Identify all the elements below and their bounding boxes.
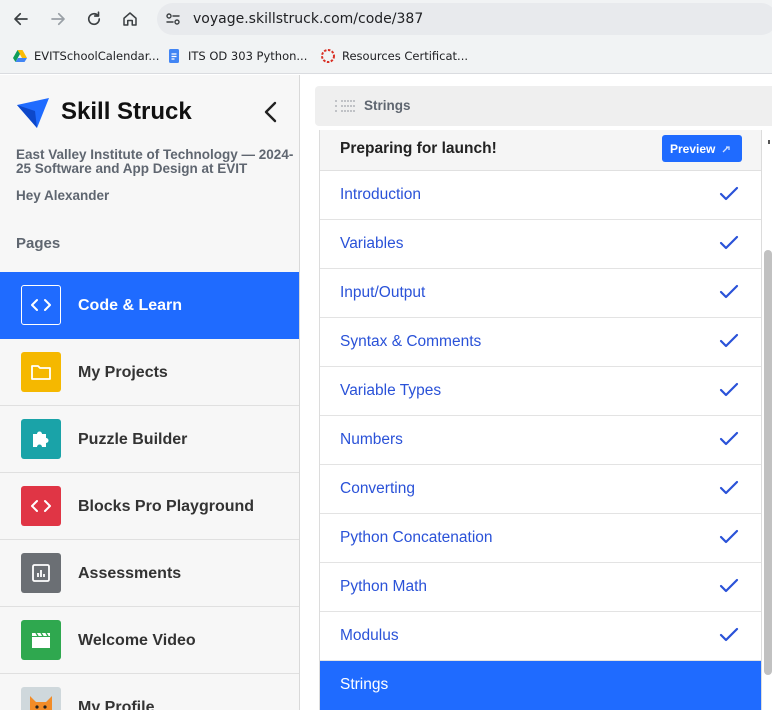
- sidebar: Skill Struck East Valley Institute of Te…: [0, 75, 300, 710]
- lesson-label: Variables: [340, 235, 404, 252]
- skill-struck-logo-icon: [17, 98, 49, 128]
- back-arrow-icon[interactable]: [9, 7, 33, 31]
- pages-heading: Pages: [16, 235, 61, 252]
- sidebar-item-code-learn[interactable]: Code & Learn: [0, 272, 299, 339]
- sidebar-item-label: Welcome Video: [78, 632, 196, 649]
- lesson-item[interactable]: Input/Output: [320, 269, 761, 318]
- lesson-item[interactable]: Python Concatenation: [320, 514, 761, 563]
- checkmark-icon: [719, 578, 739, 593]
- lesson-label: Input/Output: [340, 284, 426, 301]
- organization-name: East Valley Institute of Technology — 20…: [16, 147, 294, 176]
- bookmark-item[interactable]: Resources Certificat...: [320, 48, 468, 64]
- google-docs-icon: [169, 49, 179, 63]
- list-menu-icon[interactable]: [334, 99, 356, 113]
- section-title: Preparing for launch!: [340, 140, 497, 157]
- lesson-label: Numbers: [340, 431, 403, 448]
- reload-icon[interactable]: [82, 7, 106, 31]
- folder-icon: [21, 352, 61, 392]
- checkmark-icon: [719, 480, 739, 495]
- lesson-list-panel: Preparing for launch! Preview Introducti…: [319, 130, 762, 710]
- lesson-label: Strings: [340, 676, 389, 693]
- lesson-label: Introduction: [340, 186, 421, 203]
- brand-name: Skill Struck: [61, 98, 192, 125]
- collapse-sidebar-icon[interactable]: [260, 99, 282, 125]
- fox-avatar-icon: [21, 687, 61, 710]
- sidebar-item-label: My Profile: [78, 699, 155, 710]
- bookmark-item[interactable]: EVITSchoolCalendar...: [12, 48, 159, 64]
- code-brackets-icon: [21, 285, 61, 325]
- clapperboard-icon: [21, 620, 61, 660]
- code-brackets-icon: [21, 486, 61, 526]
- content-scrollbar[interactable]: [764, 250, 772, 675]
- sidebar-item-blocks-pro-playground[interactable]: Blocks Pro Playground: [0, 473, 299, 540]
- sidebar-item-label: Code & Learn: [78, 297, 183, 314]
- lesson-item[interactable]: Introduction: [320, 171, 761, 220]
- forward-arrow-icon[interactable]: [46, 7, 70, 31]
- checkmark-icon: [719, 284, 739, 299]
- sidebar-item-assessments[interactable]: Assessments: [0, 540, 299, 607]
- bar-chart-icon: [21, 553, 61, 593]
- bookmarks-bar: EVITSchoolCalendar... ITS OD 303 Python.…: [0, 38, 772, 74]
- lesson-label: Syntax & Comments: [340, 333, 482, 350]
- lesson-item[interactable]: Variables: [320, 220, 761, 269]
- checkmark-icon: [719, 186, 739, 201]
- rocket-icon: [722, 145, 731, 152]
- browser-toolbar: voyage.skillstruck.com/code/387: [0, 0, 772, 38]
- lesson-panel-header: Preparing for launch! Preview: [320, 130, 761, 171]
- sidebar-item-welcome-video[interactable]: Welcome Video: [0, 607, 299, 674]
- sidebar-item-label: Puzzle Builder: [78, 431, 188, 448]
- lesson-item[interactable]: Python Math: [320, 563, 761, 612]
- checkmark-icon: [719, 431, 739, 446]
- lesson-item[interactable]: Converting: [320, 465, 761, 514]
- checkmark-icon: [719, 382, 739, 397]
- scroll-indicator: [768, 140, 770, 144]
- sidebar-item-puzzle-builder[interactable]: Puzzle Builder: [0, 406, 299, 473]
- address-bar[interactable]: voyage.skillstruck.com/code/387: [157, 3, 772, 35]
- lesson-item[interactable]: Modulus: [320, 612, 761, 661]
- home-icon[interactable]: [118, 7, 142, 31]
- puzzle-piece-icon: [21, 419, 61, 459]
- checkmark-icon: [719, 529, 739, 544]
- checkmark-icon: [719, 333, 739, 348]
- module-title: Strings: [364, 98, 411, 113]
- sidebar-item-label: Blocks Pro Playground: [78, 498, 255, 515]
- sidebar-item-label: Assessments: [78, 565, 182, 582]
- google-drive-icon: [13, 50, 27, 62]
- lesson-label: Python Math: [340, 578, 428, 595]
- sidebar-item-label: My Projects: [78, 364, 168, 381]
- lesson-item-current[interactable]: Strings: [320, 661, 761, 710]
- lesson-item[interactable]: Variable Types: [320, 367, 761, 416]
- lesson-label: Python Concatenation: [340, 529, 493, 546]
- lesson-item[interactable]: Syntax & Comments: [320, 318, 761, 367]
- lesson-label: Converting: [340, 480, 415, 497]
- user-greeting: Hey Alexander: [16, 188, 110, 203]
- content-header: Strings: [315, 86, 772, 126]
- checkmark-icon: [719, 627, 739, 642]
- bookmark-item[interactable]: ITS OD 303 Python...: [166, 48, 307, 64]
- sidebar-item-my-projects[interactable]: My Projects: [0, 339, 299, 406]
- lesson-label: Variable Types: [340, 382, 442, 399]
- resources-icon: [321, 49, 335, 63]
- brand-header: Skill Struck: [16, 95, 286, 131]
- preview-button[interactable]: Preview: [662, 135, 742, 162]
- lesson-item[interactable]: Numbers: [320, 416, 761, 465]
- checkmark-icon: [719, 235, 739, 250]
- url-text: voyage.skillstruck.com/code/387: [193, 11, 424, 27]
- site-settings-icon[interactable]: [165, 11, 181, 27]
- lesson-label: Modulus: [340, 627, 399, 644]
- sidebar-item-my-profile[interactable]: My Profile: [0, 674, 299, 710]
